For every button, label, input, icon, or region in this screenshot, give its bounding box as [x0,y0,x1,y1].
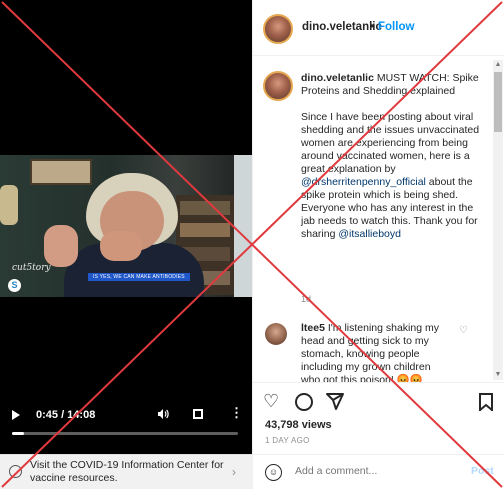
covid-info-banner[interactable]: Visit the COVID-19 Information Center fo… [0,454,252,489]
time-display: 0:45 / 14:08 [36,409,96,421]
comment-input[interactable] [295,465,465,477]
comment-username[interactable]: ltee5 [301,322,325,334]
caption-text: dino.veletanlic MUST WATCH: Spike Protei… [301,72,485,241]
video-caption: IS YES, WE CAN MAKE ANTIBODIES [88,273,190,281]
speaker-hand [44,225,78,267]
add-comment-bar: ☺ Post [253,454,504,489]
covid-banner-text: Visit the COVID-19 Information Center fo… [30,459,224,484]
progress-fill [12,432,24,435]
avatar[interactable] [265,323,287,345]
window [234,155,252,297]
fullscreen-icon[interactable] [193,409,203,419]
like-icon[interactable]: ♡ [263,391,279,411]
play-icon[interactable] [12,410,20,420]
view-count[interactable]: 43,798 views [265,419,332,431]
scroll-down-icon[interactable]: ▼ [493,370,503,380]
caption-username[interactable]: dino.veletanlic [301,72,374,84]
wall-picture [30,159,92,185]
post-panel: dino.veletanlic • Follow dino.veletanlic… [252,0,504,489]
post-header: dino.veletanlic • Follow [253,0,504,56]
caption-timestamp[interactable]: 1d [301,294,311,304]
emoji-icon[interactable]: ☺ [265,464,282,481]
comment-icon[interactable] [295,393,313,411]
video-controls: 0:45 / 14:08 ⋮ [0,400,252,440]
comment-text: ltee5 I'm listening shaking my head and … [301,322,451,382]
post-comment-button[interactable]: Post [471,465,494,477]
post-actions: ♡ 43,798 views 1 DAY AGO [253,382,504,448]
more-options-icon[interactable]: ⋮ [230,406,243,420]
follow-button[interactable]: Follow [378,21,414,33]
video-player[interactable]: cut5tory S IS YES, WE CAN MAKE ANTIBODIE… [0,0,252,454]
scroll-up-icon[interactable]: ▲ [493,60,503,70]
comments-section[interactable]: dino.veletanlic MUST WATCH: Spike Protei… [253,57,504,382]
share-icon[interactable] [325,391,345,415]
skype-icon: S [8,279,21,292]
chevron-right-icon: › [232,465,236,479]
channel-logo: cut5tory [12,263,51,273]
bookmark-icon[interactable] [479,393,493,411]
video-frame[interactable]: cut5tory S IS YES, WE CAN MAKE ANTIBODIE… [0,155,252,297]
post-date: 1 DAY AGO [265,436,310,445]
scrollbar-thumb[interactable] [494,72,502,132]
volume-icon[interactable] [157,408,169,420]
avatar[interactable] [263,14,293,44]
like-comment-icon[interactable]: ♡ [459,325,468,336]
info-icon [9,465,22,478]
mention-link[interactable]: @drsherritenpenny_official [301,176,426,188]
speaker-hand [100,231,142,261]
mention-link[interactable]: @itsallieboyd [338,228,401,240]
progress-bar[interactable] [12,432,238,435]
lamp [0,185,18,225]
separator-dot: • [370,19,375,33]
avatar[interactable] [263,71,293,101]
caption-body-start: Since I have been posting about viral sh… [301,111,480,175]
caption-paragraph: Since I have been posting about viral sh… [301,111,485,241]
